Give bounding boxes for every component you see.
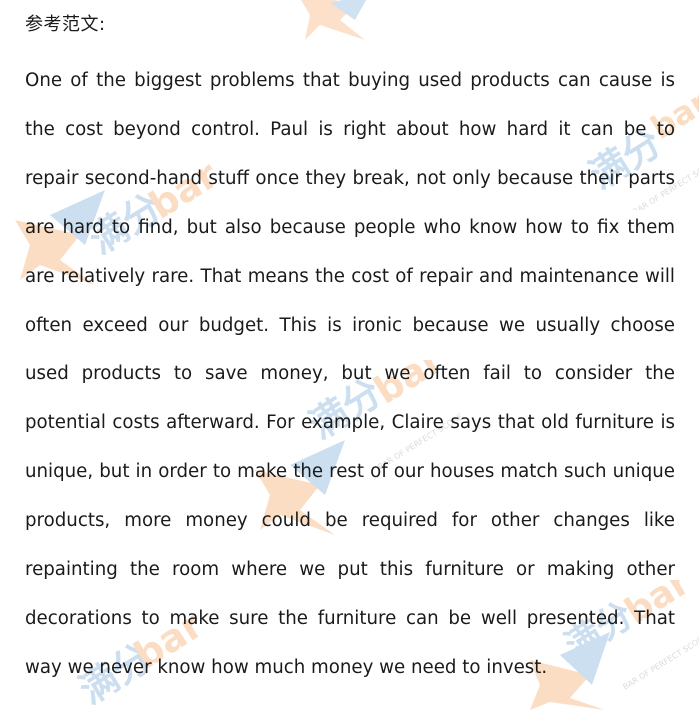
- document-heading: 参考范文:: [25, 14, 106, 35]
- essay-paragraph: One of the biggest problems that buying …: [25, 70, 675, 678]
- document-page: 参考范文: One of the biggest problems that b…: [0, 0, 699, 706]
